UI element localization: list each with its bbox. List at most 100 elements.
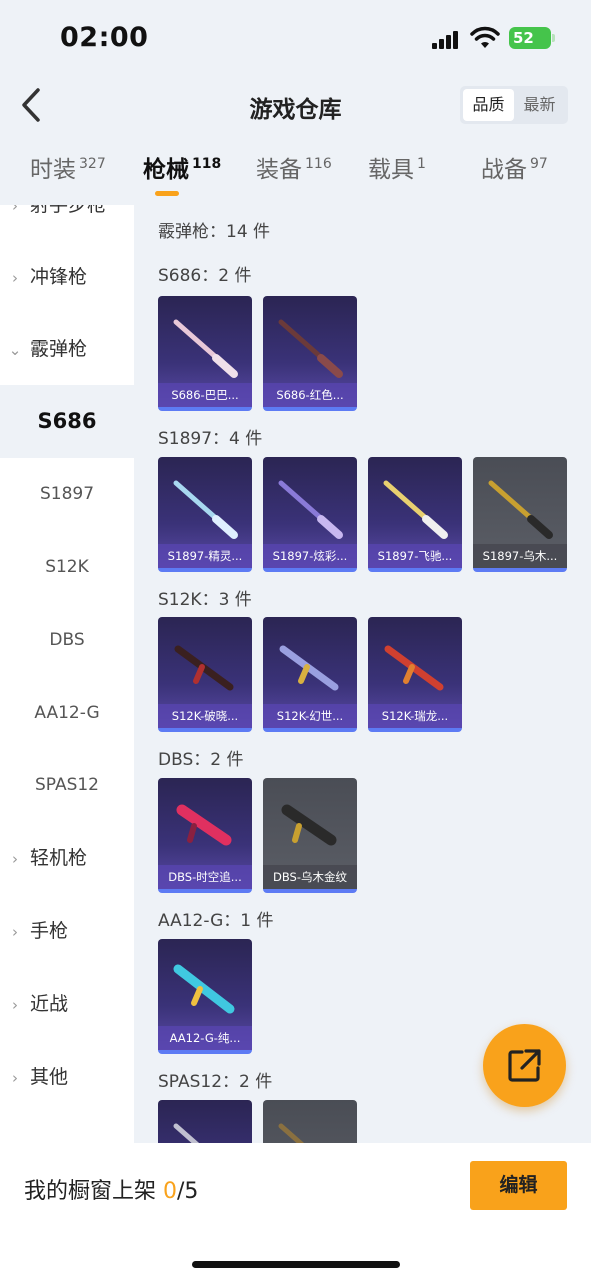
sidebar-item-label: 轻机枪 xyxy=(30,847,88,869)
home-indicator[interactable] xyxy=(192,1261,400,1268)
tab-label: 载具 xyxy=(368,157,414,183)
item-card[interactable]: AA12-G-纯... xyxy=(158,939,252,1054)
tab-firearms[interactable]: 枪械 118 xyxy=(143,150,221,184)
tab-count: 327 xyxy=(79,156,106,172)
showcase-used: 0 xyxy=(163,1179,177,1204)
sidebar-subitem-s12k[interactable]: S12K xyxy=(0,531,134,604)
shotgun-icon xyxy=(488,480,553,539)
tab-count: 1 xyxy=(417,156,426,172)
status-time: 02:00 xyxy=(60,22,149,53)
tab-count: 116 xyxy=(305,156,332,172)
chevron-right-icon: › xyxy=(12,269,18,287)
category-count: 霰弹枪：14 件 xyxy=(158,222,271,242)
item-card[interactable]: S1897-乌木... xyxy=(473,457,567,572)
sidebar-subitem-s1897[interactable]: S1897 xyxy=(0,458,134,531)
item-card[interactable]: S1897-炫彩... xyxy=(263,457,357,572)
wifi-icon xyxy=(470,26,500,48)
group-title: S686：2 件 xyxy=(158,266,252,286)
sort-quality-button[interactable]: 品质 xyxy=(463,89,514,121)
rifle-icon xyxy=(384,645,444,691)
shotgun-icon xyxy=(173,319,238,378)
sort-newest-button[interactable]: 最新 xyxy=(514,89,565,121)
shotgun-icon xyxy=(173,1123,200,1143)
sidebar-item-lmg[interactable]: › 轻机枪 xyxy=(0,822,134,895)
item-card[interactable]: S12K-瑞龙... xyxy=(368,617,462,732)
edit-button[interactable]: 编辑 xyxy=(470,1161,567,1210)
sidebar-item-other[interactable]: › 其他 xyxy=(0,1041,134,1114)
shotgun-icon xyxy=(278,480,343,539)
share-icon xyxy=(508,1049,541,1082)
rifle-icon xyxy=(174,645,234,691)
group-title: S1897：4 件 xyxy=(158,429,263,449)
tab-supplies[interactable]: 战备 97 xyxy=(481,150,548,184)
active-tab-indicator xyxy=(155,191,179,196)
sidebar-item-marksman-rifle[interactable]: › 射手步枪 xyxy=(0,205,134,242)
item-card[interactable]: S1897-飞驰... xyxy=(368,457,462,572)
chevron-right-icon: › xyxy=(12,923,18,941)
group-title: DBS：2 件 xyxy=(158,750,244,770)
tab-label: 装备 xyxy=(256,157,302,183)
sidebar-item-melee[interactable]: › 近战 xyxy=(0,968,134,1041)
sidebar-item-label: 霰弹枪 xyxy=(30,338,88,360)
item-name: S686-红色... xyxy=(263,383,357,407)
item-card[interactable]: S686-红色... xyxy=(263,296,357,411)
cellular-signal-icon xyxy=(432,29,462,49)
item-name: S686-巴巴... xyxy=(158,383,252,407)
shotgun-icon xyxy=(278,1123,305,1143)
item-name: S1897-炫彩... xyxy=(263,544,357,568)
item-card[interactable] xyxy=(158,1100,252,1143)
sidebar-subitem-s686[interactable]: S686 xyxy=(0,385,134,458)
item-name: S1897-精灵... xyxy=(158,544,252,568)
group-title: S12K：3 件 xyxy=(158,590,252,610)
item-name: S12K-幻世... xyxy=(263,704,357,728)
showcase-total: /5 xyxy=(177,1179,199,1204)
item-name: S12K-破晓... xyxy=(158,704,252,728)
share-button[interactable] xyxy=(483,1024,566,1107)
sidebar-subitem-spas12[interactable]: SPAS12 xyxy=(0,749,134,822)
showcase-status: 我的橱窗上架 0/5 xyxy=(24,1173,198,1205)
sidebar-subitem-aa12g[interactable]: AA12-G xyxy=(0,677,134,750)
tab-label: 时装 xyxy=(30,157,76,183)
rifle-icon xyxy=(279,645,339,691)
sidebar-subitem-dbs[interactable]: DBS xyxy=(0,604,134,677)
item-list: 霰弹枪：14 件 S686：2 件 S686-巴巴... S686-红色... … xyxy=(134,205,591,1143)
sidebar-item-smg[interactable]: › 冲锋枪 xyxy=(0,241,134,314)
status-bar: 02:00 52 xyxy=(0,0,591,80)
battery-level: 52 xyxy=(513,29,534,47)
showcase-label: 我的橱窗上架 xyxy=(24,1179,163,1204)
nav-bar: 游戏仓库 品质 最新 xyxy=(0,80,591,130)
battery-icon: 52 xyxy=(509,27,555,49)
item-card[interactable]: S686-巴巴... xyxy=(158,296,252,411)
item-card[interactable]: S12K-破晓... xyxy=(158,617,252,732)
tab-vehicles[interactable]: 载具 1 xyxy=(368,150,426,184)
chevron-down-icon: ⌄ xyxy=(8,341,22,359)
tab-equipment[interactable]: 装备 116 xyxy=(256,150,332,184)
item-card[interactable]: S1897-精灵... xyxy=(158,457,252,572)
tab-count: 118 xyxy=(192,156,222,172)
sidebar-item-label: 射手步枪 xyxy=(30,205,107,216)
sort-toggle[interactable]: 品质 最新 xyxy=(460,86,568,124)
item-name: DBS-时空追... xyxy=(158,865,252,889)
tab-label: 战备 xyxy=(481,157,527,183)
bottom-bar: 我的橱窗上架 0/5 编辑 xyxy=(0,1143,591,1280)
item-name: DBS-乌木金纹 xyxy=(263,865,357,889)
tab-outfits[interactable]: 时装 327 xyxy=(30,150,106,184)
sidebar: › 射手步枪 › 冲锋枪 ⌄ 霰弹枪 S686 S1897 S12K DBS AA12… xyxy=(0,205,134,1143)
shotgun-icon xyxy=(383,480,448,539)
sidebar-item-label: 其他 xyxy=(30,1066,69,1088)
sidebar-item-label: 冲锋枪 xyxy=(30,266,88,288)
item-card[interactable]: DBS-时空追... xyxy=(158,778,252,893)
item-name: AA12-G-纯... xyxy=(158,1026,252,1050)
item-card[interactable]: S12K-幻世... xyxy=(263,617,357,732)
item-card[interactable] xyxy=(263,1100,357,1143)
sidebar-item-label: 手枪 xyxy=(30,920,69,942)
category-tabs: 时装 327 枪械 118 装备 116 载具 1 战备 97 xyxy=(0,150,591,200)
shotgun-icon xyxy=(176,804,232,846)
group-title: AA12-G：1 件 xyxy=(158,911,274,931)
item-name: S12K-瑞龙... xyxy=(368,704,462,728)
group-title: SPAS12：2 件 xyxy=(158,1072,273,1092)
sidebar-item-shotgun[interactable]: ⌄ 霰弹枪 xyxy=(0,313,134,386)
sidebar-item-pistol[interactable]: › 手枪 xyxy=(0,895,134,968)
item-card[interactable]: DBS-乌木金纹 xyxy=(263,778,357,893)
chevron-right-icon: › xyxy=(12,996,18,1014)
